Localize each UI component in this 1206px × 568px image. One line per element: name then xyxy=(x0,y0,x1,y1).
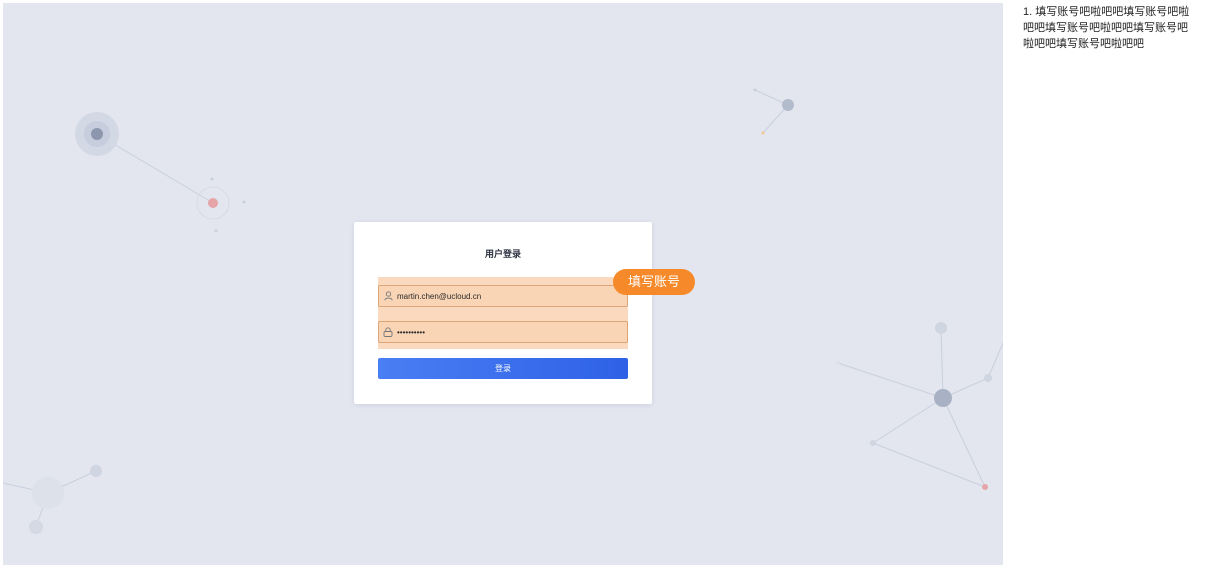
user-icon xyxy=(379,286,397,306)
login-button[interactable]: 登录 xyxy=(378,358,628,379)
password-input[interactable] xyxy=(397,323,617,341)
lock-icon xyxy=(379,322,397,342)
login-page-background: 用户登录 登录 填写账号 xyxy=(3,3,1003,565)
account-input[interactable] xyxy=(397,287,617,305)
account-field[interactable] xyxy=(378,285,628,307)
login-title: 用户登录 xyxy=(484,249,521,259)
guide-tooltip: 填写账号 xyxy=(613,269,695,295)
step-description: 1. 填写账号吧啦吧吧填写账号吧啦吧吧填写账号吧啦吧吧填写账号吧啦吧吧填写账号吧… xyxy=(1023,6,1190,50)
password-field[interactable] xyxy=(378,321,628,343)
login-card: 用户登录 登录 xyxy=(354,222,652,404)
